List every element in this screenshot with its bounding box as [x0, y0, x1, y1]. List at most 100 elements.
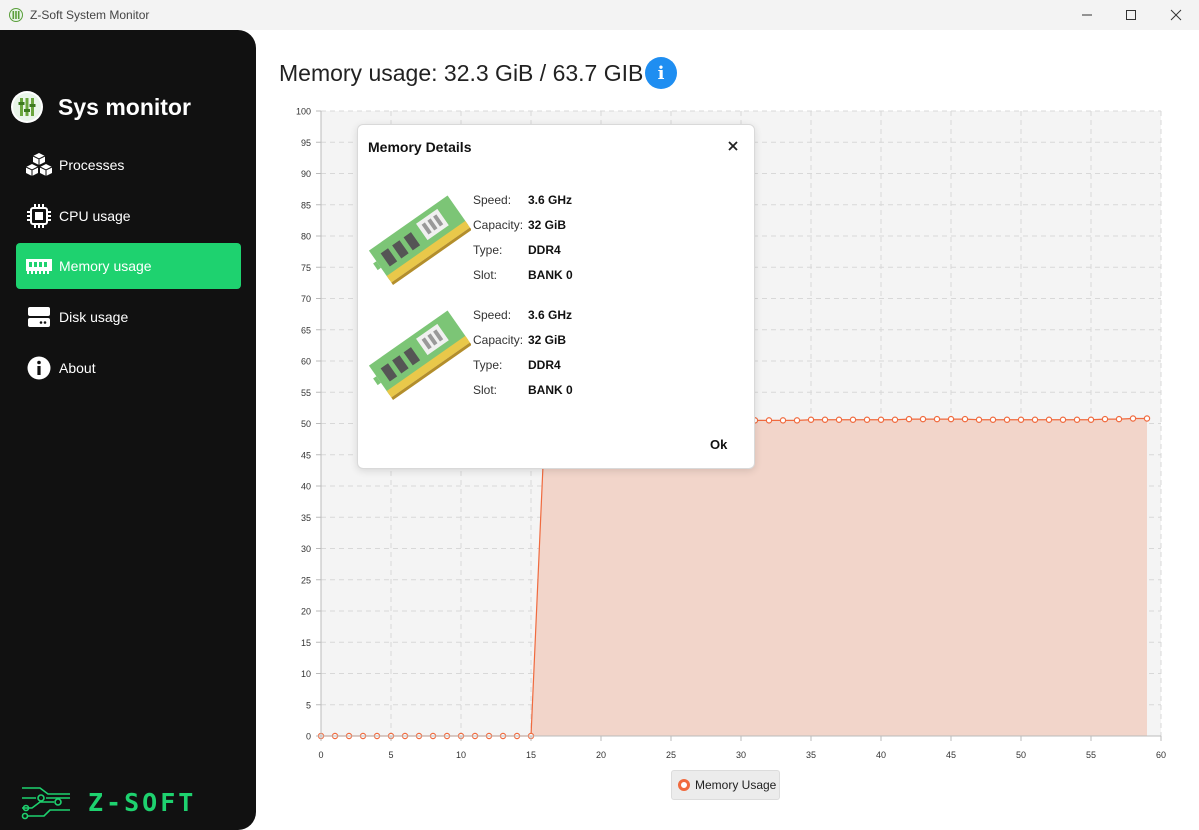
- y-tick-label: 25: [301, 575, 311, 585]
- y-tick-label: 95: [301, 138, 311, 148]
- y-tick-label: 75: [301, 263, 311, 273]
- x-tick-label: 45: [946, 750, 956, 760]
- z-soft-logo-text: Z-SOFT: [88, 788, 196, 817]
- brand: Sys monitor: [10, 90, 191, 124]
- chart-legend[interactable]: Memory Usage: [671, 770, 780, 800]
- capacity-value: 32 GiB: [528, 333, 567, 347]
- data-point: [779, 417, 787, 424]
- data-point: [863, 416, 871, 423]
- disk-icon: [28, 307, 50, 327]
- data-point: [1017, 416, 1025, 423]
- sidebar-item-label: About: [59, 360, 96, 376]
- type-value: DDR4: [528, 243, 561, 257]
- speed-value: 3.6 GHz: [528, 308, 573, 322]
- minimize-icon: [1082, 14, 1092, 16]
- data-point: [1087, 416, 1095, 423]
- close-icon: [728, 141, 738, 151]
- type-label: Type:: [473, 358, 503, 372]
- data-point: [1003, 416, 1011, 423]
- x-tick-label: 30: [736, 750, 746, 760]
- minimize-button[interactable]: [1064, 0, 1110, 30]
- brand-title: Sys monitor: [58, 93, 191, 120]
- y-tick-label: 0: [306, 732, 311, 742]
- capacity-value: 32 GiB: [528, 218, 567, 232]
- y-tick-label: 35: [301, 513, 311, 523]
- sidebar-item-cpu-usage[interactable]: CPU usage: [16, 193, 241, 239]
- data-point: [1073, 416, 1081, 423]
- title-bar: Z-Soft System Monitor: [0, 0, 1199, 30]
- slot-value: BANK 0: [528, 383, 573, 397]
- x-tick-label: 50: [1016, 750, 1026, 760]
- slot-label: Slot:: [473, 383, 498, 397]
- data-point: [1045, 416, 1053, 423]
- y-tick-label: 65: [301, 325, 311, 335]
- capacity-label: Capacity:: [473, 333, 524, 347]
- y-tick-label: 70: [301, 294, 311, 304]
- y-tick-label: 15: [301, 638, 311, 648]
- memory-details-dialog: Memory Details Speed: 3.6 GHz Capacity: …: [357, 124, 755, 469]
- y-tick-label: 40: [301, 482, 311, 492]
- x-tick-label: 20: [596, 750, 606, 760]
- y-tick-label: 30: [301, 544, 311, 554]
- x-tick-label: 5: [388, 750, 393, 760]
- dialog-ok-button[interactable]: Ok: [710, 437, 727, 452]
- dialog-close-button[interactable]: [724, 137, 742, 155]
- memory-info-button[interactable]: i: [645, 57, 677, 89]
- speed-label: Speed:: [473, 193, 512, 207]
- x-tick-label: 25: [666, 750, 676, 760]
- cubes-icon: [25, 153, 53, 176]
- data-point: [1059, 416, 1067, 423]
- x-tick-label: 55: [1086, 750, 1096, 760]
- y-tick-label: 60: [301, 357, 311, 367]
- memory-module: Speed: 3.6 GHz Capacity: 32 GiB Type: DD…: [358, 300, 756, 410]
- y-tick-label: 50: [301, 419, 311, 429]
- data-point: [835, 416, 843, 423]
- legend-marker-icon: [678, 779, 690, 791]
- x-tick-label: 15: [526, 750, 536, 760]
- z-soft-logo: Z-SOFT: [21, 787, 196, 820]
- slot-label: Slot:: [473, 268, 498, 282]
- app-window: Z-Soft System Monitor Sys monitor Proces…: [0, 0, 1199, 830]
- x-tick-label: 0: [318, 750, 323, 760]
- sidebar-item-label: Processes: [59, 157, 125, 173]
- type-value: DDR4: [528, 358, 561, 372]
- data-point: [891, 416, 899, 423]
- sidebar-item-about[interactable]: About: [16, 345, 241, 391]
- ram-stick-icon: [368, 195, 471, 286]
- data-point: [905, 415, 913, 423]
- maximize-button[interactable]: [1108, 0, 1154, 30]
- sidebar: Sys monitor Processes CPU usage Memory u…: [0, 30, 256, 830]
- data-point: [1101, 415, 1109, 423]
- data-point: [1031, 416, 1039, 423]
- sidebar-item-disk-usage[interactable]: Disk usage: [16, 294, 241, 340]
- app-icon: [9, 8, 23, 22]
- data-point: [1143, 415, 1151, 422]
- sidebar-item-processes[interactable]: Processes: [16, 142, 241, 188]
- data-point: [933, 415, 941, 423]
- sys-monitor-logo-icon: [11, 91, 43, 123]
- data-point: [807, 416, 815, 423]
- y-tick-label: 55: [301, 388, 311, 398]
- data-point: [989, 416, 997, 423]
- ram-stick-icon: [368, 310, 471, 401]
- data-point: [1129, 415, 1137, 422]
- x-tick-label: 60: [1156, 750, 1166, 760]
- x-tick-label: 40: [876, 750, 886, 760]
- data-point: [975, 416, 983, 423]
- x-tick-label: 10: [456, 750, 466, 760]
- y-tick-label: 5: [306, 700, 311, 710]
- dialog-title: Memory Details: [368, 139, 472, 155]
- speed-label: Speed:: [473, 308, 512, 322]
- close-window-button[interactable]: [1153, 0, 1199, 30]
- data-point: [919, 415, 927, 423]
- data-point: [849, 416, 857, 423]
- cpu-icon: [27, 204, 51, 228]
- y-tick-label: 45: [301, 450, 311, 460]
- data-point: [1115, 415, 1123, 423]
- sidebar-item-memory-usage[interactable]: Memory usage: [16, 243, 241, 289]
- memory-icon: [26, 259, 52, 274]
- y-tick-label: 85: [301, 200, 311, 210]
- data-point: [793, 417, 801, 424]
- type-label: Type:: [473, 243, 503, 257]
- data-point: [947, 415, 955, 423]
